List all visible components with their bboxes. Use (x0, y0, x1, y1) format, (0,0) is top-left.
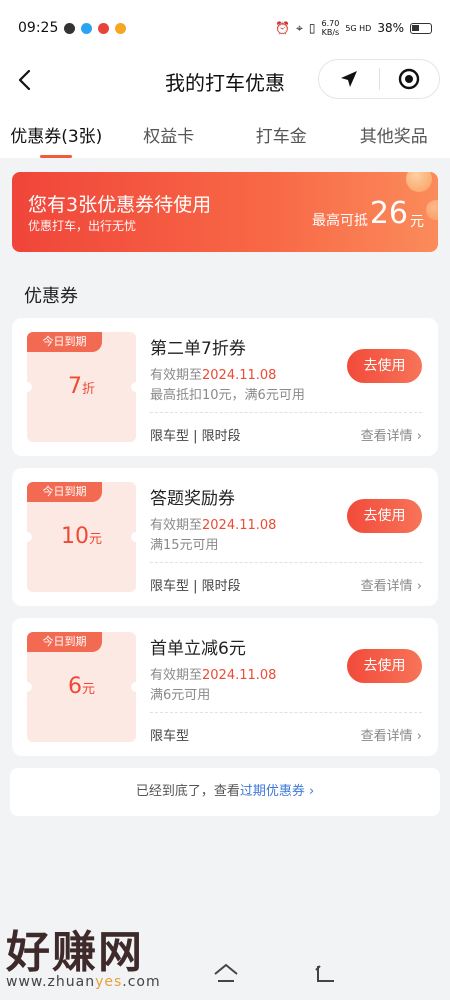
divider (150, 562, 422, 563)
validity-date: 2024.11.08 (202, 518, 277, 533)
coupon-ticket: 今日到期 6元 (27, 632, 136, 742)
watermark-url: www.zhuanyes.com (6, 974, 161, 990)
end-of-list-text: 已经到底了，查看 (135, 784, 240, 799)
coupon-title: 首单立减6元 (150, 639, 246, 659)
chevron-left-icon (18, 69, 31, 91)
amount-value: 10 (60, 524, 89, 549)
amount-value: 6 (67, 674, 82, 699)
alarm-icon: ⏰ (275, 21, 291, 35)
divider (150, 712, 422, 713)
coin-decoration (426, 200, 438, 220)
coupon-card: 今日到期 7折 第二单7折券 有效期至2024.11.08 最高抵扣10元，满6… (12, 318, 438, 456)
close-miniprogram-button[interactable] (380, 60, 440, 98)
coupon-ticket: 今日到期 7折 (27, 332, 136, 442)
coupon-restrictions: 限车型 | 限时段 (150, 429, 241, 444)
status-right: ⏰ ⌖ ▯ 6.70 KB/s 5G HD 38% (275, 19, 432, 37)
target-icon (399, 68, 420, 90)
section-title: 优惠券 (24, 286, 78, 307)
location-button[interactable] (319, 60, 379, 98)
coupon-title: 第二单7折券 (150, 339, 246, 359)
coin-decoration (406, 172, 432, 192)
validity-date: 2024.11.08 (202, 668, 277, 683)
battery-percent: 38% (377, 21, 404, 35)
coupon-ticket: 今日到期 10元 (27, 482, 136, 592)
coupon-validity: 有效期至2024.11.08 (150, 364, 276, 383)
navigation-arrow-icon (340, 71, 357, 87)
banner-title: 您有3张优惠券待使用 (28, 194, 212, 216)
tab-bar: 优惠券(3张) 权益卡 打车金 其他奖品 (0, 106, 450, 158)
ticket-notch (131, 382, 136, 392)
tab-other-prizes[interactable]: 其他奖品 (338, 106, 450, 158)
validity-prefix: 有效期至 (150, 518, 203, 533)
coupon-title: 答题奖励券 (150, 489, 235, 509)
back-button[interactable] (14, 66, 38, 94)
ticket-notch (131, 532, 136, 542)
expired-coupons-link[interactable]: 过期优惠券 › (240, 784, 314, 799)
location-icon: ⌖ (296, 20, 303, 35)
use-coupon-button[interactable]: 去使用 (347, 349, 422, 383)
coupon-card: 今日到期 6元 首单立减6元 有效期至2024.11.08 满6元可用 去使用 … (12, 618, 438, 756)
coupon-amount: 10元 (27, 524, 136, 549)
ticket-notch (131, 682, 136, 692)
location-pin-icon (98, 22, 110, 34)
coupon-card: 今日到期 10元 答题奖励券 有效期至2024.11.08 满15元可用 去使用… (12, 468, 438, 606)
watermark-logo: 好赚网 www.zhuanyes.com (6, 916, 161, 990)
end-of-list-note: 已经到底了，查看过期优惠券 › (10, 768, 440, 816)
banner-subtitle: 优惠打车，出行无忧 (28, 219, 137, 233)
network-speed: 6.70 KB/s (321, 19, 340, 37)
view-details-link[interactable]: 查看详情 › (361, 725, 422, 744)
coupon-condition: 最高抵扣10元，满6元可用 (150, 388, 305, 403)
banner-max-value: 26 (369, 196, 408, 231)
coupon-validity: 有效期至2024.11.08 (150, 664, 276, 683)
validity-prefix: 有效期至 (150, 668, 203, 683)
use-coupon-button[interactable]: 去使用 (347, 649, 422, 683)
nav-bar: 我的打车优惠 (0, 56, 450, 106)
weibo-icon (115, 22, 127, 34)
notification-icons (64, 22, 127, 34)
coupon-condition: 满15元可用 (150, 538, 219, 553)
qq-icon (81, 22, 93, 34)
tab-coupons[interactable]: 优惠券(3张) (0, 106, 113, 158)
coupon-amount: 6元 (27, 674, 136, 699)
amount-unit: 折 (81, 382, 95, 397)
watermark-url-a: www.zhuan (6, 974, 96, 990)
amount-unit: 元 (81, 682, 95, 697)
expiry-tag: 今日到期 (27, 632, 102, 652)
coupon-summary-banner: 您有3张优惠券待使用 优惠打车，出行无忧 最高可抵 26 元 (12, 172, 438, 252)
back-nav-icon[interactable] (312, 962, 338, 984)
coupon-restrictions: 限车型 | 限时段 (150, 579, 241, 594)
watermark-url-c: .com (122, 974, 161, 990)
coupon-validity: 有效期至2024.11.08 (150, 514, 276, 533)
validity-date: 2024.11.08 (202, 368, 277, 383)
tab-ride-gold[interactable]: 打车金 (225, 106, 338, 158)
expiry-tag: 今日到期 (27, 332, 102, 352)
vibrate-icon: ▯ (308, 21, 316, 35)
expiry-tag: 今日到期 (27, 482, 102, 502)
use-coupon-button[interactable]: 去使用 (347, 499, 422, 533)
view-details-link[interactable]: 查看详情 › (361, 425, 422, 444)
banner-max-label: 最高可抵 (312, 213, 368, 229)
mini-program-capsule (318, 59, 440, 99)
amount-value: 7 (67, 374, 82, 399)
status-bar: 09:25 ⏰ ⌖ ▯ 6.70 KB/s 5G HD 38% (0, 0, 450, 56)
coupon-restrictions: 限车型 (150, 729, 190, 744)
watermark-url-b: yes (95, 974, 123, 990)
amount-unit: 元 (88, 532, 102, 547)
network-type: 5G HD (345, 23, 372, 33)
battery-icon (410, 22, 432, 34)
watermark-text: 好赚网 (6, 927, 144, 978)
tab-benefit-cards[interactable]: 权益卡 (113, 106, 226, 158)
message-icon (64, 22, 76, 34)
banner-max-unit: 元 (410, 214, 424, 230)
validity-prefix: 有效期至 (150, 368, 203, 383)
divider (150, 412, 422, 413)
view-details-link[interactable]: 查看详情 › (361, 575, 422, 594)
home-icon[interactable] (212, 962, 240, 984)
coupon-amount: 7折 (27, 374, 136, 399)
coupon-condition: 满6元可用 (150, 688, 211, 703)
status-time: 09:25 (18, 20, 59, 36)
